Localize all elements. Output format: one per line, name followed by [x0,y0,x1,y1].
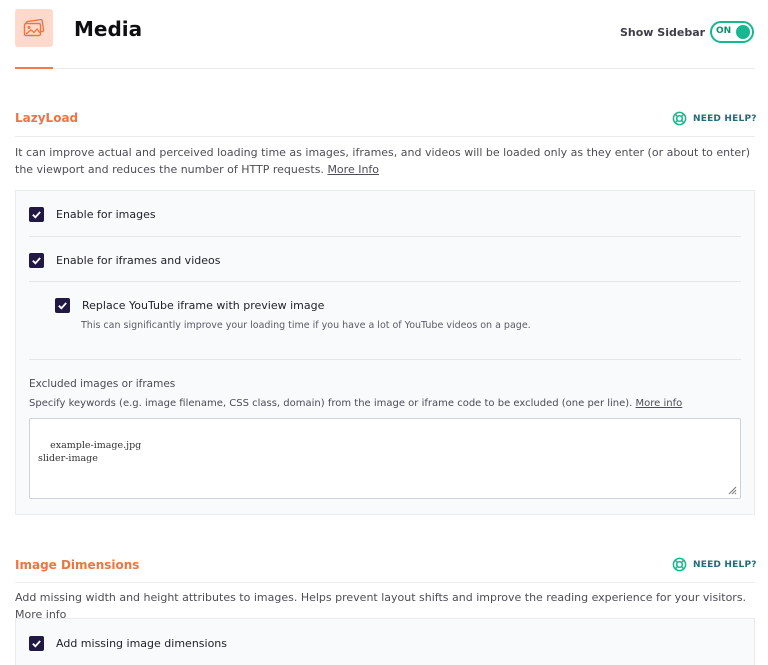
active-tab-underline [15,67,53,69]
image-dimensions-help-link[interactable]: NEED HELP? [672,557,757,572]
header-divider [15,68,755,69]
image-dimensions-description-text: Add missing width and height attributes … [15,591,747,604]
lazyload-help-link[interactable]: NEED HELP? [672,111,757,126]
page-header: Media Show Sidebar ON [0,0,768,70]
toggle-knob [736,25,750,39]
lazyload-more-info-link[interactable]: More Info [327,163,379,176]
image-dimensions-panel: Add missing image dimensions [15,618,755,665]
checkmark-icon [32,257,41,265]
excluded-description: Specify keywords (e.g. image filename, C… [29,398,682,409]
excluded-textarea-value: example-image.jpg slider-image [38,440,142,464]
lazyload-title: LazyLoad [15,111,79,125]
enable-iframes-checkbox[interactable] [29,253,44,268]
show-sidebar-label: Show Sidebar [620,26,706,39]
checkmark-icon [32,211,41,219]
youtube-preview-checkbox[interactable] [55,298,70,313]
resize-grip-icon[interactable] [727,485,737,495]
youtube-preview-label: Replace YouTube iframe with preview imag… [82,299,325,312]
section-divider [15,136,755,137]
need-help-label: NEED HELP? [693,113,757,124]
enable-iframes-option[interactable]: Enable for iframes and videos [29,253,220,268]
lazyload-description-text: It can improve actual and perceived load… [15,146,750,176]
checkmark-icon [58,302,67,310]
option-divider [29,236,741,237]
lifebuoy-icon [672,557,687,572]
youtube-preview-option[interactable]: Replace YouTube iframe with preview imag… [55,298,324,313]
enable-images-label: Enable for images [56,208,156,221]
youtube-preview-hint: This can significantly improve your load… [81,320,531,331]
option-divider [29,281,741,282]
enable-images-checkbox[interactable] [29,207,44,222]
lifebuoy-icon [672,111,687,126]
image-icon [15,9,53,47]
add-dimensions-label: Add missing image dimensions [56,637,228,650]
option-divider [29,359,741,360]
show-sidebar-toggle[interactable]: ON [710,21,754,43]
checkmark-icon [32,640,41,648]
enable-iframes-label: Enable for iframes and videos [56,254,221,267]
excluded-textarea[interactable]: example-image.jpg slider-image [29,418,741,499]
toggle-state-label: ON [716,26,732,36]
excluded-label: Excluded images or iframes [29,378,176,390]
excluded-more-info-link[interactable]: More info [636,398,683,409]
section-divider [15,582,755,583]
excluded-description-text: Specify keywords (e.g. image filename, C… [29,398,633,409]
page-title: Media [74,17,143,41]
lazyload-settings-panel: Enable for images Enable for iframes and… [15,190,755,515]
add-dimensions-checkbox[interactable] [29,636,44,651]
add-dimensions-option[interactable]: Add missing image dimensions [29,636,227,651]
enable-images-option[interactable]: Enable for images [29,207,156,222]
need-help-label: NEED HELP? [693,559,757,570]
lazyload-description: It can improve actual and perceived load… [15,144,755,178]
image-dimensions-title: Image Dimensions [15,558,140,572]
